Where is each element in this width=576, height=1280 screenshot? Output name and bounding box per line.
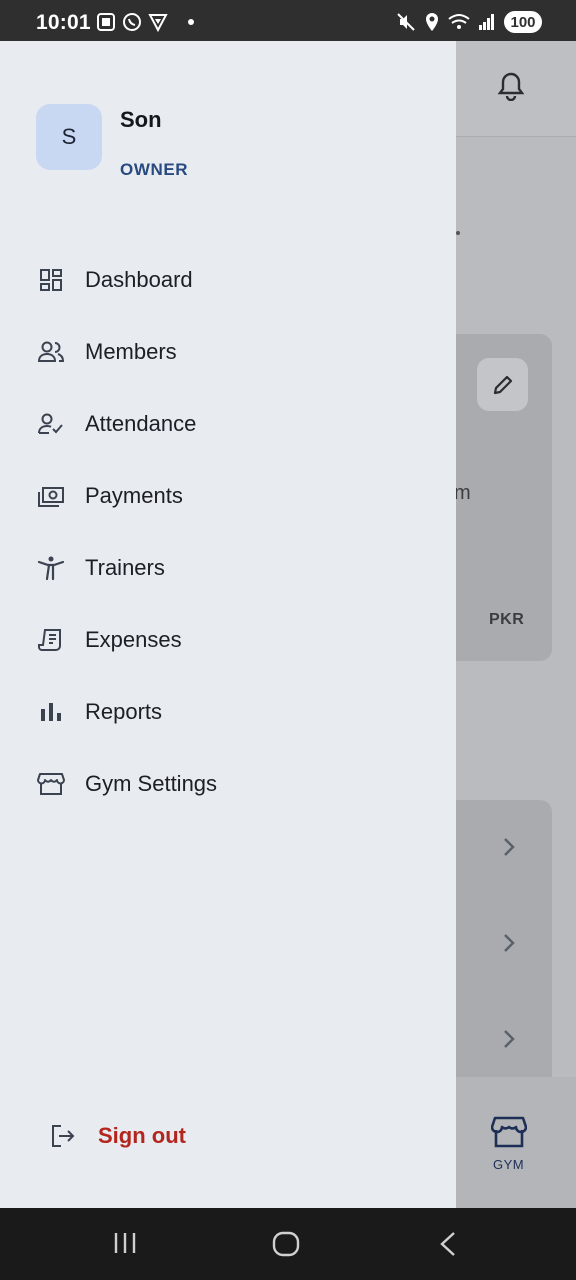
back-icon[interactable] <box>436 1230 460 1258</box>
menu-item-dashboard[interactable]: Dashboard <box>0 244 456 316</box>
menu-item-attendance[interactable]: Attendance <box>0 388 456 460</box>
menu-item-label: Gym Settings <box>85 771 218 796</box>
bottom-nav-gym-label[interactable]: GYM <box>493 1157 524 1172</box>
home-icon[interactable] <box>272 1230 300 1258</box>
sign-out-label: Sign out <box>98 1123 186 1148</box>
storefront-icon[interactable] <box>491 1115 527 1149</box>
fragment-dot <box>456 231 460 235</box>
menu-item-label: Dashboard <box>85 267 193 292</box>
status-left-icons <box>96 12 194 32</box>
menu-item-trainers[interactable]: Trainers <box>0 532 456 604</box>
logout-icon <box>52 1125 75 1147</box>
menu-item-label: Payments <box>85 483 183 508</box>
signal-icon <box>479 14 494 30</box>
location-icon <box>426 13 438 31</box>
screenshot-icon <box>97 13 115 31</box>
chevron-right-icon[interactable] <box>500 836 518 858</box>
menu-item-label: Attendance <box>85 411 197 436</box>
vpn-shield-icon <box>148 14 168 32</box>
avatar: S <box>36 104 102 170</box>
menu-item-reports[interactable]: Reports <box>0 676 456 748</box>
storefront-icon <box>37 770 65 798</box>
trainers-icon <box>37 554 65 582</box>
wifi-icon <box>448 14 470 29</box>
chevron-right-icon[interactable] <box>500 932 518 954</box>
status-bar: 10:01 100 <box>0 0 576 41</box>
menu-item-label: Members <box>85 339 177 364</box>
user-role: OWNER <box>120 160 189 179</box>
system-nav-bar <box>0 1208 576 1280</box>
members-icon <box>37 338 65 366</box>
bell-icon[interactable] <box>497 71 525 101</box>
reports-icon <box>37 698 65 726</box>
expenses-icon <box>37 626 65 654</box>
pencil-icon <box>493 375 512 394</box>
recents-icon[interactable] <box>112 1230 138 1256</box>
status-time: 10:01 <box>36 11 91 34</box>
menu-item-gym-settings[interactable]: Gym Settings <box>0 748 456 820</box>
payments-icon <box>37 482 65 510</box>
menu-item-payments[interactable]: Payments <box>0 460 456 532</box>
mute-icon <box>397 13 415 31</box>
currency-label: PKR <box>489 611 525 628</box>
chevron-right-icon[interactable] <box>500 1028 518 1050</box>
menu-item-label: Reports <box>85 699 163 724</box>
attendance-icon <box>37 410 65 438</box>
dashboard-icon <box>37 266 65 294</box>
fragment-text: m <box>454 482 471 504</box>
menu-item-label: Trainers <box>85 555 165 580</box>
edit-button[interactable] <box>477 358 528 411</box>
user-name: Son <box>120 107 162 132</box>
battery-indicator: 100 <box>504 11 542 33</box>
menu-item-members[interactable]: Members <box>0 316 456 388</box>
menu-item-expenses[interactable]: Expenses <box>0 604 456 676</box>
status-right-icons: 100 <box>396 11 542 33</box>
drawer-menu: Dashboard Members Attendance Payments Tr… <box>0 244 456 820</box>
sign-out-button[interactable]: Sign out <box>50 1123 186 1149</box>
whatsapp-icon <box>123 13 141 31</box>
dot-icon <box>188 19 194 25</box>
navigation-drawer: S Son OWNER Dashboard Members Attendance <box>0 41 456 1208</box>
menu-item-label: Expenses <box>85 627 182 652</box>
